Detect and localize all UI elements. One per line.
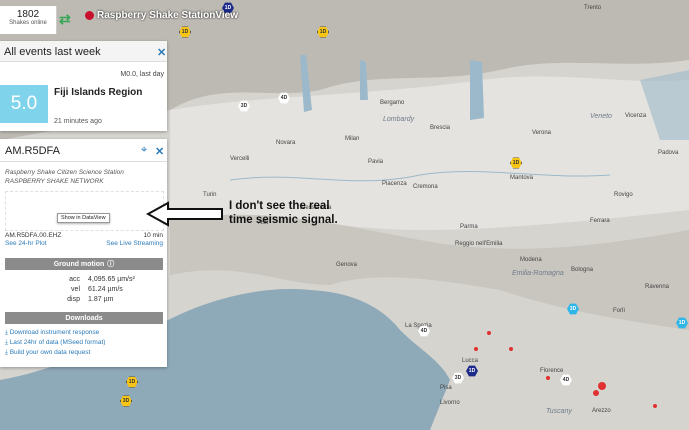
event-region[interactable]: Fiji Islands Region — [54, 87, 142, 98]
city-lucca: Lucca — [462, 358, 479, 364]
region-emilia: Emilia-Romagna — [512, 270, 564, 277]
city-novara: Novara — [276, 140, 296, 146]
magnitude-note: M0.0, last day — [120, 71, 164, 78]
city-pavia: Pavia — [368, 159, 384, 165]
vel-value: 61.24 µm/s — [88, 286, 123, 293]
see-24hr-plot-link[interactable]: See 24-hr Plot — [5, 240, 47, 247]
info-icon[interactable]: ⓘ — [107, 259, 114, 269]
city-vercelli: Vercelli — [230, 156, 250, 162]
city-ravenna: Ravenna — [645, 284, 670, 290]
event-dot[interactable] — [509, 347, 513, 351]
city-trento: Trento — [584, 5, 602, 11]
city-firenze: Florence — [540, 368, 564, 374]
city-mantova: Mantova — [510, 175, 534, 181]
downloads-header: Downloads — [5, 312, 163, 324]
station-network: RASPBERRY SHAKE NETWORK — [5, 178, 104, 185]
city-rovigo: Rovigo — [614, 192, 633, 198]
dataview-tooltip: Show in DataView — [57, 213, 110, 223]
city-bologna: Bologna — [571, 267, 594, 273]
see-live-streaming-link[interactable]: See Live Streaming — [106, 240, 163, 247]
raspberry-logo-icon — [85, 11, 94, 20]
event-dot[interactable] — [598, 382, 606, 390]
event-dot[interactable] — [593, 390, 599, 396]
time-window: 10 min — [143, 232, 163, 239]
top-bar: 1802 Shakes online ⇄ Raspberry Shake Sta… — [0, 0, 238, 37]
event-time-ago: 21 minutes ago — [54, 118, 102, 125]
event-dot[interactable] — [487, 331, 491, 335]
city-padova: Padova — [658, 150, 679, 156]
shakes-online-counter: 1802 Shakes online — [0, 6, 57, 34]
region-lombardy: Lombardy — [383, 116, 415, 123]
city-pisa: Pisa — [440, 385, 452, 391]
brand-title: Raspberry Shake StationView — [97, 10, 238, 21]
city-brescia: Brescia — [430, 125, 451, 131]
ground-motion-title: Ground motion — [53, 260, 105, 268]
city-genova: Genova — [336, 262, 358, 268]
region-veneto: Veneto — [590, 113, 612, 120]
crosshair-icon[interactable]: ⌖ — [141, 144, 147, 157]
city-arezzo: Arezzo — [592, 408, 611, 414]
city-reggio: Reggio nell'Emilia — [455, 241, 503, 247]
swap-arrows-icon[interactable]: ⇄ — [59, 11, 71, 28]
city-modena: Modena — [520, 257, 542, 263]
magnitude-badge[interactable]: 5.0 — [0, 85, 48, 123]
city-verona: Verona — [532, 130, 552, 136]
close-icon[interactable]: ✕ — [157, 46, 166, 59]
channel-label: AM.R5DFA.00.EHZ — [5, 232, 62, 239]
annotation-text: I don't see the real time seismic signal… — [229, 200, 338, 226]
waveform-area[interactable] — [5, 191, 164, 231]
disp-value: 1.87 µm — [88, 296, 114, 303]
close-icon[interactable]: ✕ — [155, 145, 164, 158]
shake-count-label: Shakes online — [9, 20, 47, 26]
events-header: All events last week ✕ — [0, 41, 167, 62]
events-title: All events last week — [4, 46, 101, 58]
city-piacenza: Piacenza — [382, 181, 407, 187]
city-cremona: Cremona — [413, 184, 438, 190]
acc-value: 4,095.65 µm/s² — [88, 276, 135, 283]
station-header: AM.R5DFA ⌖ ✕ — [0, 139, 167, 162]
station-subtitle: Raspberry Shake Citizen Science Station — [5, 169, 124, 176]
event-dot[interactable] — [546, 376, 550, 380]
city-vicenza: Vicenza — [625, 113, 647, 119]
vel-label: vel — [71, 286, 80, 293]
events-card: All events last week ✕ M0.0, last day 5.… — [0, 41, 167, 131]
annotation-arrow — [146, 201, 223, 227]
region-tuscany: Tuscany — [546, 408, 572, 415]
station-title: AM.R5DFA — [5, 145, 61, 157]
download-response-link[interactable]: ⤓ Download instrument response — [5, 329, 99, 337]
event-dot[interactable] — [474, 347, 478, 351]
city-forli: Forlì — [613, 308, 625, 314]
city-bergamo: Bergamo — [380, 100, 405, 106]
event-dot[interactable] — [653, 404, 657, 408]
city-milano: Milan — [345, 136, 360, 142]
city-ferrara: Ferrara — [590, 218, 610, 224]
ground-motion-header: Ground motion ⓘ — [5, 258, 163, 270]
disp-label: disp — [67, 296, 80, 303]
city-livorno: Livorno — [440, 400, 460, 406]
station-card: AM.R5DFA ⌖ ✕ Raspberry Shake Citizen Sci… — [0, 139, 167, 367]
shake-count: 1802 — [16, 9, 40, 20]
city-parma: Parma — [460, 224, 478, 230]
build-data-request-link[interactable]: ⤓ Build your own data request — [5, 349, 90, 357]
acc-label: acc — [69, 276, 80, 283]
city-torino: Turin — [203, 192, 217, 198]
download-mseed-link[interactable]: ⤓ Last 24hr of data (MSeed format) — [5, 339, 105, 347]
